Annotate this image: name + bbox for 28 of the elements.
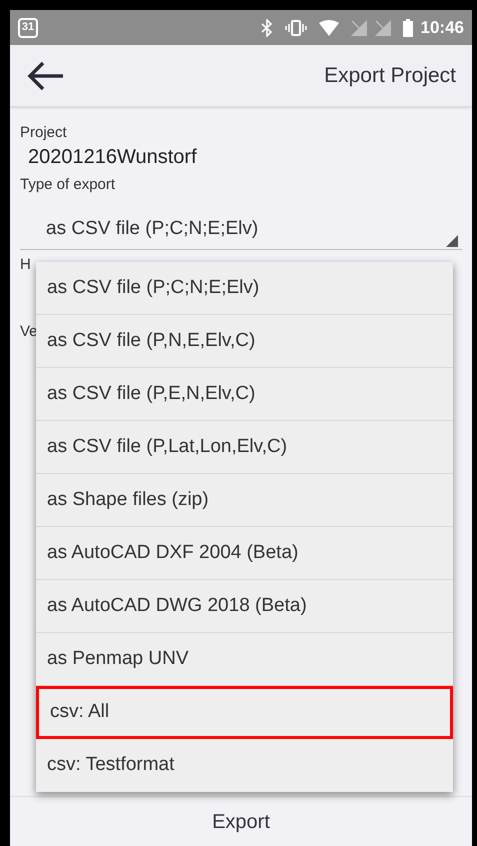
menu-option[interactable]: csv: All — [36, 686, 453, 739]
status-time: 10:46 — [420, 16, 464, 39]
menu-option[interactable]: as Shape files (zip) — [36, 474, 453, 527]
form-label: Ve — [20, 322, 38, 342]
menu-option[interactable]: as CSV file (P,Lat,Lon,Elv,C) — [36, 421, 453, 474]
vibrate-icon — [284, 20, 307, 36]
bluetooth-icon — [260, 18, 273, 36]
export-type-dropdown[interactable]: as CSV file (P;C;N;E;Elv) — [20, 210, 462, 250]
wifi-icon — [318, 20, 339, 36]
menu-option[interactable]: as CSV file (P,E,N,Elv,C) — [36, 368, 453, 421]
back-arrow-icon — [27, 60, 65, 92]
project-name: 20201216Wunstorf — [28, 144, 198, 170]
form-label: H — [20, 255, 31, 275]
export-button[interactable]: Export — [196, 802, 286, 840]
menu-option[interactable]: as AutoCAD DXF 2004 (Beta) — [36, 527, 453, 580]
no-signal-icon — [374, 20, 391, 36]
battery-icon — [402, 18, 413, 36]
no-signal-icon — [350, 20, 367, 36]
menu-option[interactable]: as AutoCAD DWG 2018 (Beta) — [36, 580, 453, 633]
menu-option[interactable]: as Penmap UNV — [36, 633, 453, 686]
menu-option[interactable]: as CSV file (P;C;N;E;Elv) — [36, 262, 453, 315]
menu-option[interactable]: csv: Testformat — [36, 739, 453, 792]
menu-option[interactable]: as CSV file (P,N,E,Elv,C) — [36, 315, 453, 368]
dropdown-triangle-icon — [446, 235, 458, 247]
export-type-label: Type of export — [20, 174, 116, 194]
calendar-icon: 31 — [18, 18, 38, 38]
page-title: Export Project — [324, 62, 456, 89]
project-label: Project — [20, 123, 68, 143]
